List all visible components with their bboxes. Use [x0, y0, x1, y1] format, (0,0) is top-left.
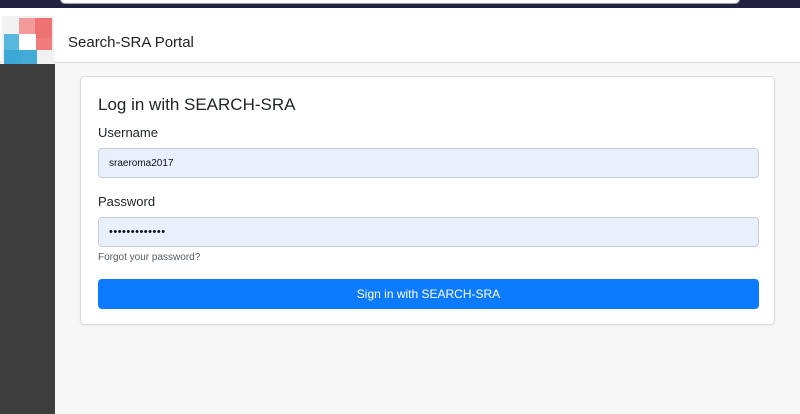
sidebar: [0, 64, 55, 414]
username-label: Username: [98, 125, 158, 140]
password-input[interactable]: [98, 217, 759, 247]
password-label: Password: [98, 194, 156, 209]
login-title: Log in with SEARCH-SRA: [98, 95, 296, 114]
logo-icon[interactable]: [2, 16, 54, 68]
browser-strip: [0, 0, 800, 8]
username-input[interactable]: [98, 148, 759, 178]
sign-in-button[interactable]: Sign in with SEARCH-SRA: [98, 279, 759, 309]
top-navbar: Search-SRA Portal: [0, 8, 800, 68]
address-bar[interactable]: [60, 0, 740, 4]
logo-square-red-dark: [35, 18, 52, 50]
login-card: Log in with SEARCH-SRA Username Password…: [80, 76, 775, 325]
forgot-password-link[interactable]: Forgot your password?: [98, 252, 200, 263]
portal-title[interactable]: Search-SRA Portal: [68, 34, 194, 51]
logo-square-white: [19, 34, 36, 50]
